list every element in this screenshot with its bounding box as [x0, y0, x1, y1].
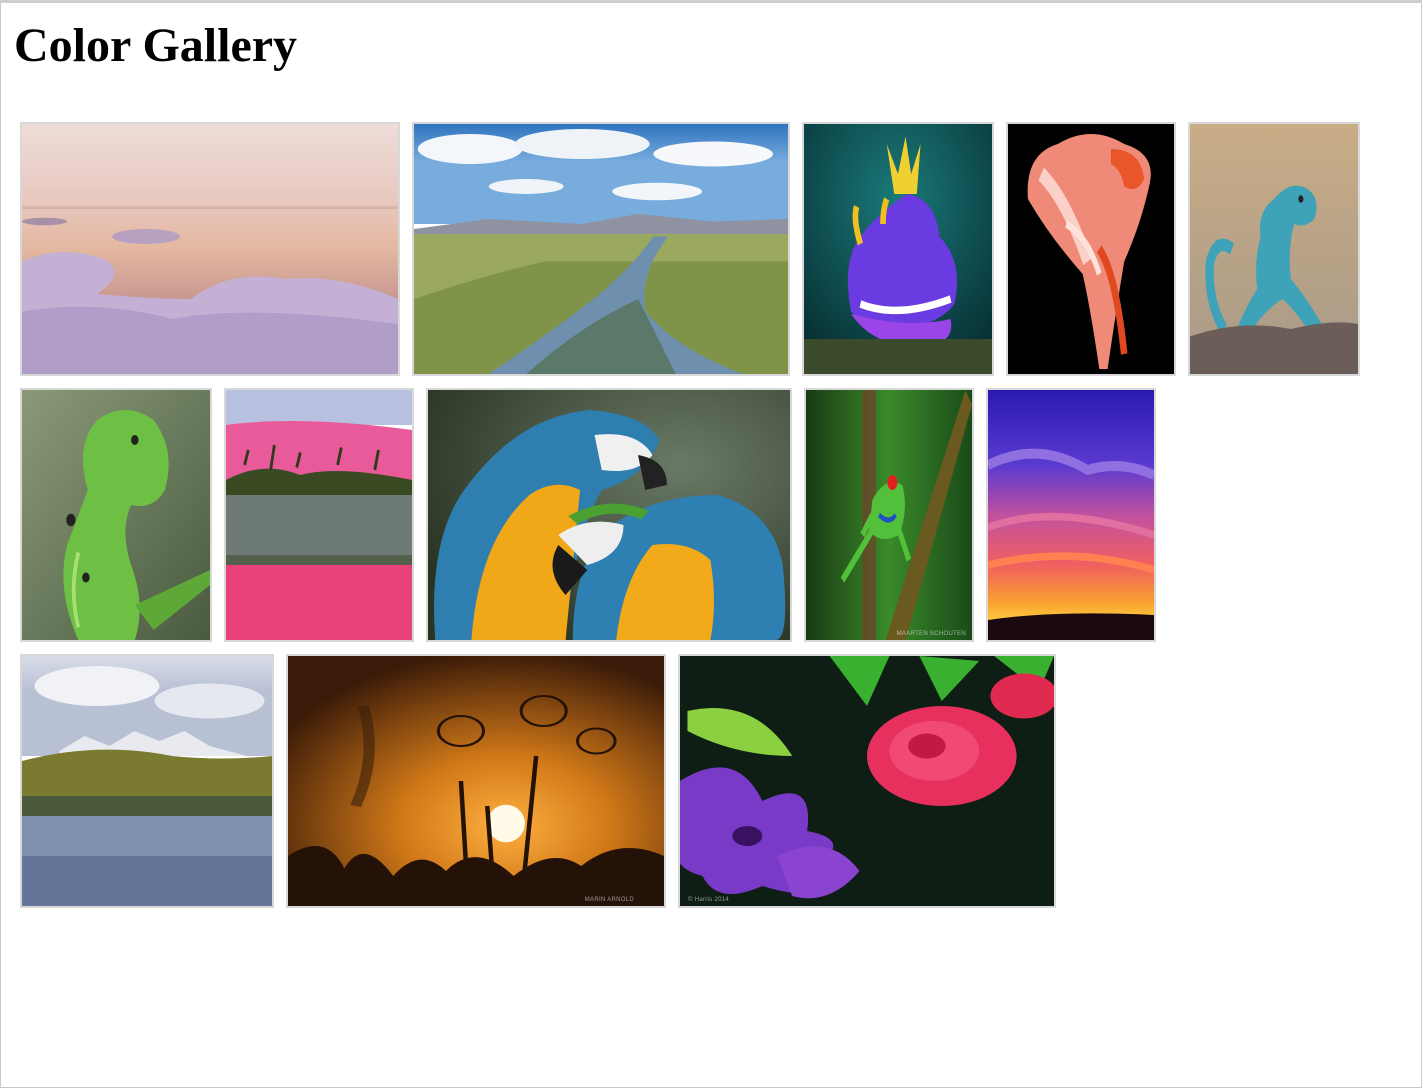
- gallery-photo-sunset-plants[interactable]: MARIN ARNOLD: [286, 654, 666, 908]
- gallery-photo-caterpillar[interactable]: [20, 388, 212, 642]
- gallery-photo-macaws[interactable]: [426, 388, 792, 642]
- gallery-photo-flamingo[interactable]: [1006, 122, 1176, 376]
- gallery-photo-flowers[interactable]: © Harris 2014: [678, 654, 1056, 908]
- gallery-photo-valley-stream[interactable]: [412, 122, 790, 376]
- gallery-photo-tree-frog[interactable]: MAARTEN SCHOUTEN: [804, 388, 974, 642]
- gallery-photo-sunset-sky[interactable]: [986, 388, 1156, 642]
- gallery-photo-nudibranch[interactable]: [802, 122, 994, 376]
- gallery-photo-mountain-lake[interactable]: [20, 654, 274, 908]
- page-title: Color Gallery: [14, 19, 298, 72]
- gallery-photo-lizard[interactable]: [1188, 122, 1360, 376]
- gallery-photo-pink-dunes[interactable]: [224, 388, 414, 642]
- gallery-photo-icy-lake[interactable]: [20, 122, 400, 376]
